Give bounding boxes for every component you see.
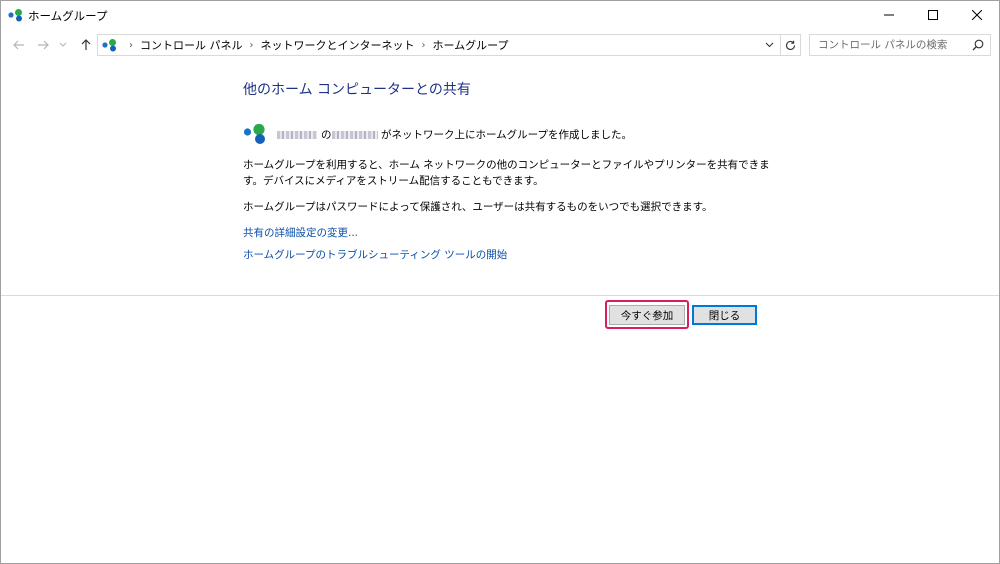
window-title: ホームグループ [28, 9, 108, 23]
advanced-sharing-settings-link[interactable]: 共有の詳細設定の変更... [243, 225, 358, 240]
homegroup-icon [102, 39, 116, 52]
chevron-right-icon[interactable]: › [422, 40, 426, 51]
homegroup-troubleshooter-link[interactable]: ホームグループのトラブルシューティング ツールの開始 [243, 247, 507, 262]
recent-locations-button[interactable] [57, 35, 69, 55]
divider [1, 295, 999, 296]
maximize-button[interactable] [911, 1, 955, 29]
arrow-left-icon [13, 40, 24, 50]
close-window-button[interactable] [955, 1, 999, 29]
chevron-down-icon [59, 42, 67, 47]
close-button[interactable]: 閉じる [692, 305, 757, 325]
homegroup-security-description: ホームグループはパスワードによって保護され、ユーザーは共有するものをいつでも選択… [243, 201, 713, 213]
address-bar[interactable]: › コントロール パネル › ネットワークとインターネット › ホームグループ [97, 34, 781, 56]
chevron-right-icon[interactable]: › [250, 40, 254, 51]
minimize-icon [884, 14, 894, 16]
search-input[interactable] [810, 35, 966, 55]
refresh-icon [785, 40, 796, 50]
homegroup-created-message: がネットワーク上にホームグループを作成しました。 [381, 129, 633, 141]
title-bar: ホームグループ [1, 1, 999, 29]
breadcrumb-network-internet[interactable]: ネットワークとインターネット [261, 37, 415, 53]
homegroup-window: ホームグループ › コントロール パネル › ネットワークとインターネット › … [0, 0, 1000, 564]
maximize-icon [928, 10, 938, 20]
blurred-user-name [277, 131, 317, 139]
homegroup-icon [8, 9, 22, 22]
homegroup-description: ホームグループを利用すると、ホーム ネットワークの他のコンピューターとファイルや… [243, 159, 770, 187]
arrow-up-icon [81, 39, 91, 50]
homegroup-created-notice: の がネットワーク上にホームグループを作成しました。 [243, 123, 763, 145]
breadcrumb-control-panel[interactable]: コントロール パネル [140, 37, 243, 53]
minimize-button[interactable] [867, 1, 911, 29]
arrow-right-icon [38, 40, 49, 50]
chevron-right-icon: › [129, 39, 133, 51]
join-now-button[interactable]: 今すぐ参加 [609, 305, 685, 325]
refresh-button[interactable] [781, 34, 801, 56]
breadcrumb-homegroup[interactable]: ホームグループ [433, 37, 509, 53]
search-box[interactable] [809, 34, 991, 56]
navigation-bar: › コントロール パネル › ネットワークとインターネット › ホームグループ [1, 32, 999, 58]
back-button[interactable] [10, 35, 28, 55]
address-dropdown-button[interactable] [763, 39, 775, 51]
homegroup-icon [243, 123, 265, 144]
notice-particle: の [321, 129, 332, 141]
blurred-computer-name [332, 131, 378, 139]
up-button[interactable] [77, 35, 95, 55]
close-icon [972, 10, 982, 20]
forward-button[interactable] [34, 35, 52, 55]
search-icon[interactable] [972, 39, 984, 51]
chevron-down-icon [765, 42, 773, 48]
breadcrumb: › コントロール パネル › ネットワークとインターネット › ホームグループ [122, 35, 509, 55]
page-title: 他のホーム コンピューターとの共有 [243, 82, 471, 98]
